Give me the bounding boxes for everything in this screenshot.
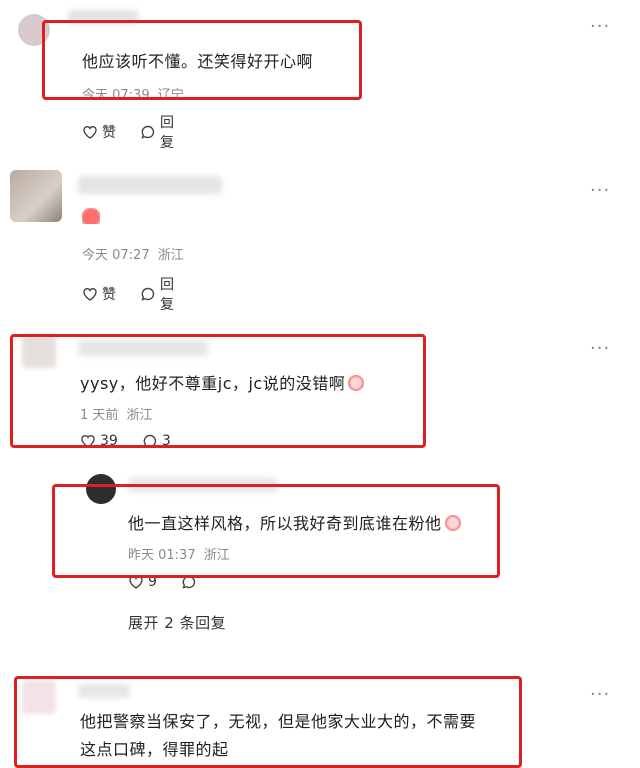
comment-bubble-icon [140,124,156,140]
blurred-username [78,176,222,194]
comment-location: 浙江 [157,248,184,263]
heart-icon [82,286,98,302]
like-label: 赞 [102,125,116,141]
more-options-icon[interactable]: ··· [590,16,610,37]
reply-button[interactable]: 回复 [140,274,174,314]
like-label: 赞 [102,287,116,303]
emoji-icon [82,208,100,224]
highlight-box [42,20,362,100]
highlight-box [14,676,522,768]
avatar[interactable] [10,170,62,222]
reply-label: 回复 [160,277,174,313]
like-button[interactable]: 赞 [82,284,116,304]
comment-meta: 今天 07:27 浙江 [82,244,184,263]
reply-button[interactable]: 回复 [140,112,174,152]
comment-time: 今天 07:27 [82,248,150,263]
highlight-box [52,484,500,578]
comment-bubble-icon [140,286,156,302]
like-button[interactable]: 赞 [82,122,116,142]
more-options-icon[interactable]: ··· [590,338,610,359]
reply-label: 回复 [160,115,174,151]
more-options-icon[interactable]: ··· [590,684,610,705]
more-options-icon[interactable]: ··· [590,180,610,201]
heart-icon [82,124,98,140]
comment-actions: 赞 回复 [82,112,192,152]
highlight-box [10,334,426,448]
comment-actions: 赞 回复 [82,274,192,314]
expand-replies-button[interactable]: 展开 2 条回复 [128,612,226,633]
